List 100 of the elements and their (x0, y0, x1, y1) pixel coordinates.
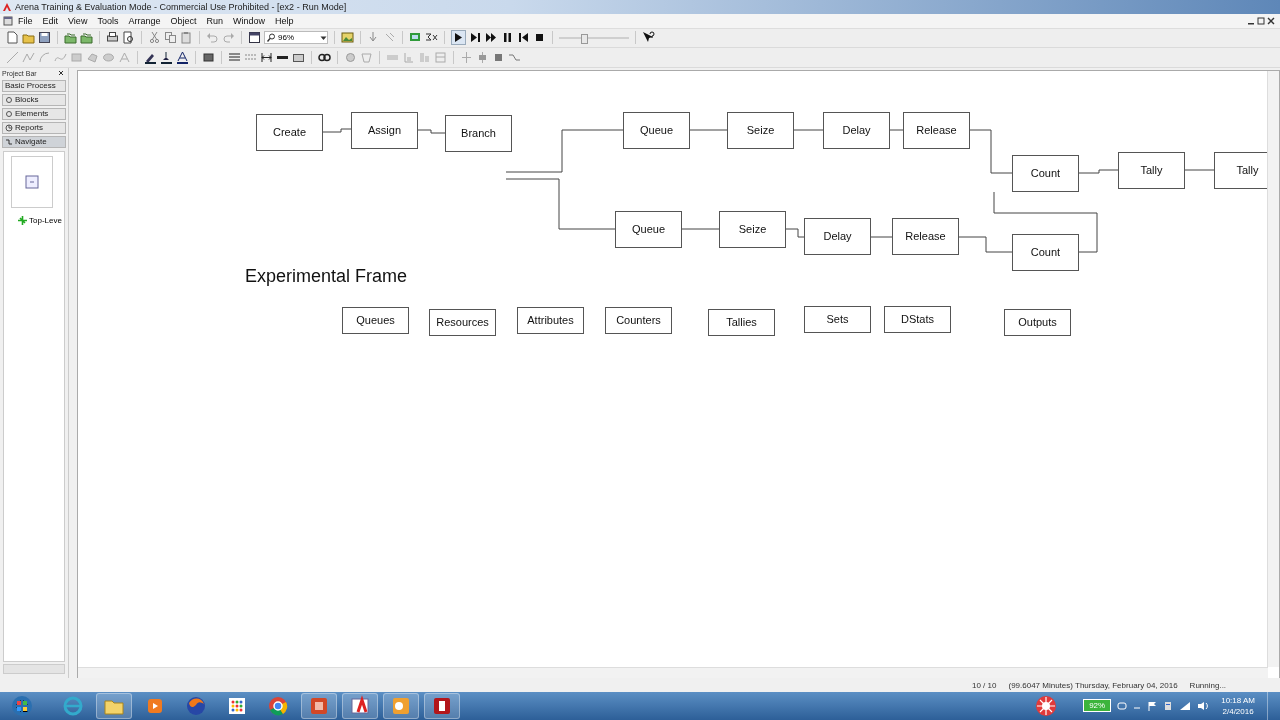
undo-icon[interactable] (206, 31, 219, 45)
module-block[interactable]: Tally (1214, 151, 1267, 189)
data-module-block[interactable]: Resources (429, 308, 496, 336)
data-module-block[interactable]: Outputs (1004, 308, 1071, 336)
save-icon[interactable] (38, 31, 51, 45)
clock[interactable]: 10:18 AM 2/4/2016 (1215, 695, 1261, 717)
redo-icon[interactable] (222, 31, 235, 45)
step-icon[interactable] (469, 31, 482, 45)
page-thumbnail[interactable] (11, 155, 53, 208)
module-block[interactable]: Seize (727, 111, 794, 149)
scrollbar[interactable] (3, 664, 65, 675)
go-to-start-icon[interactable] (517, 31, 530, 45)
device-icon[interactable] (1163, 701, 1174, 711)
panel-tab[interactable]: Basic Process (2, 79, 66, 92)
module-block[interactable]: Queue (623, 111, 690, 149)
app-icon[interactable] (431, 695, 453, 717)
presentation-app-icon[interactable] (308, 695, 330, 717)
connector-line (968, 129, 1013, 174)
folder-icon[interactable] (64, 31, 77, 45)
new-file-icon[interactable] (6, 31, 19, 45)
close-icon[interactable] (58, 70, 64, 77)
module-block[interactable]: Release (892, 217, 959, 255)
guide-icon[interactable] (476, 50, 489, 64)
arrow-style-icon[interactable] (260, 50, 273, 64)
menu-item[interactable]: Window (227, 15, 270, 26)
data-module-block[interactable]: Attributes (517, 306, 584, 334)
line-width-icon[interactable] (228, 50, 241, 64)
taskbar-button[interactable] (342, 693, 378, 719)
panel-tab[interactable]: Navigate (2, 135, 66, 148)
module-block[interactable]: Count (1012, 154, 1079, 192)
module-block[interactable]: Delay (804, 217, 871, 255)
circle-icon[interactable] (344, 50, 357, 64)
module-block[interactable]: Count (1012, 233, 1079, 271)
snap-icon[interactable] (460, 50, 473, 64)
menu-item[interactable]: Help (270, 15, 299, 26)
copy-icon[interactable] (164, 31, 177, 45)
data-module-block[interactable]: Counters (605, 306, 672, 334)
document-icon[interactable] (3, 15, 13, 26)
module-block[interactable]: Assign (351, 111, 418, 149)
line-icon[interactable] (6, 50, 19, 64)
pause-icon[interactable] (501, 31, 514, 45)
picture-icon[interactable] (341, 31, 354, 45)
signal-icon[interactable] (1179, 701, 1192, 711)
panel-tab[interactable]: Blocks (2, 93, 66, 106)
module-block[interactable]: Tally (1118, 151, 1185, 189)
status-text: Running... (1189, 680, 1227, 690)
taskbar-button[interactable] (424, 693, 460, 719)
panel-tab[interactable]: Reports (2, 121, 66, 134)
fast-forward-icon[interactable] (485, 31, 498, 45)
taskbar-button[interactable] (383, 693, 419, 719)
clipboard-icon[interactable] (180, 31, 193, 45)
folder-icon[interactable] (80, 31, 93, 45)
browser-icon[interactable] (62, 695, 84, 717)
module-block[interactable]: Queue (615, 210, 682, 248)
taskbar-button[interactable] (96, 693, 132, 719)
mail-app-icon[interactable] (390, 695, 412, 717)
print-icon[interactable] (106, 31, 119, 45)
print-preview-icon[interactable] (122, 31, 135, 45)
menu-item[interactable]: File (13, 15, 38, 26)
globe-icon[interactable] (185, 695, 207, 717)
app-logo-icon[interactable] (349, 695, 371, 717)
menu-item[interactable]: Edit (37, 15, 64, 26)
close-icon[interactable] (1266, 15, 1276, 26)
module-block[interactable]: Seize (719, 210, 786, 248)
app-grid-icon[interactable] (226, 695, 248, 717)
data-module-block[interactable]: Tallies (708, 308, 775, 336)
scrollbar[interactable] (1267, 70, 1279, 668)
data-module-block[interactable]: Queues (342, 306, 409, 334)
menu-item[interactable]: View (63, 15, 93, 26)
panel-tab[interactable]: Elements (2, 107, 66, 120)
volume-icon[interactable] (1197, 701, 1210, 711)
font-color-icon[interactable] (176, 50, 189, 64)
fill-bucket-icon[interactable] (160, 50, 173, 64)
module-block[interactable]: Create (256, 113, 323, 151)
shadow-icon[interactable] (202, 50, 215, 64)
menu-item[interactable]: Arrange (123, 15, 166, 26)
play-icon[interactable] (451, 30, 466, 46)
time-text: 10:18 AM (1221, 695, 1255, 706)
connector-line (688, 129, 728, 131)
scissors-icon[interactable] (148, 31, 161, 45)
zoom-dropdown[interactable]: 96% (264, 31, 328, 45)
status-text: 10 / 10 (972, 680, 997, 690)
connector-line (416, 129, 446, 134)
node-icon (18, 215, 27, 225)
scrollbar[interactable] (78, 667, 1268, 679)
module-block[interactable]: Release (903, 111, 970, 149)
restore-icon[interactable] (1256, 15, 1266, 26)
menu-item[interactable]: Run (201, 15, 228, 26)
start-orb-icon[interactable] (11, 695, 33, 717)
menu-item[interactable]: Object (165, 15, 202, 26)
tree-item[interactable]: Top-Leve (18, 215, 62, 225)
menu-item[interactable]: Tools (92, 15, 124, 26)
module-block[interactable]: Branch (445, 114, 512, 152)
data-module-block[interactable]: DStats (884, 305, 951, 333)
chrome-style-icon[interactable] (267, 695, 289, 717)
data-module-block[interactable]: Sets (804, 305, 871, 333)
date-text: 2/4/2016 (1222, 706, 1254, 717)
window-icon[interactable] (248, 31, 261, 45)
module-block[interactable]: Delay (823, 111, 890, 149)
slider-thumb[interactable] (580, 33, 588, 44)
